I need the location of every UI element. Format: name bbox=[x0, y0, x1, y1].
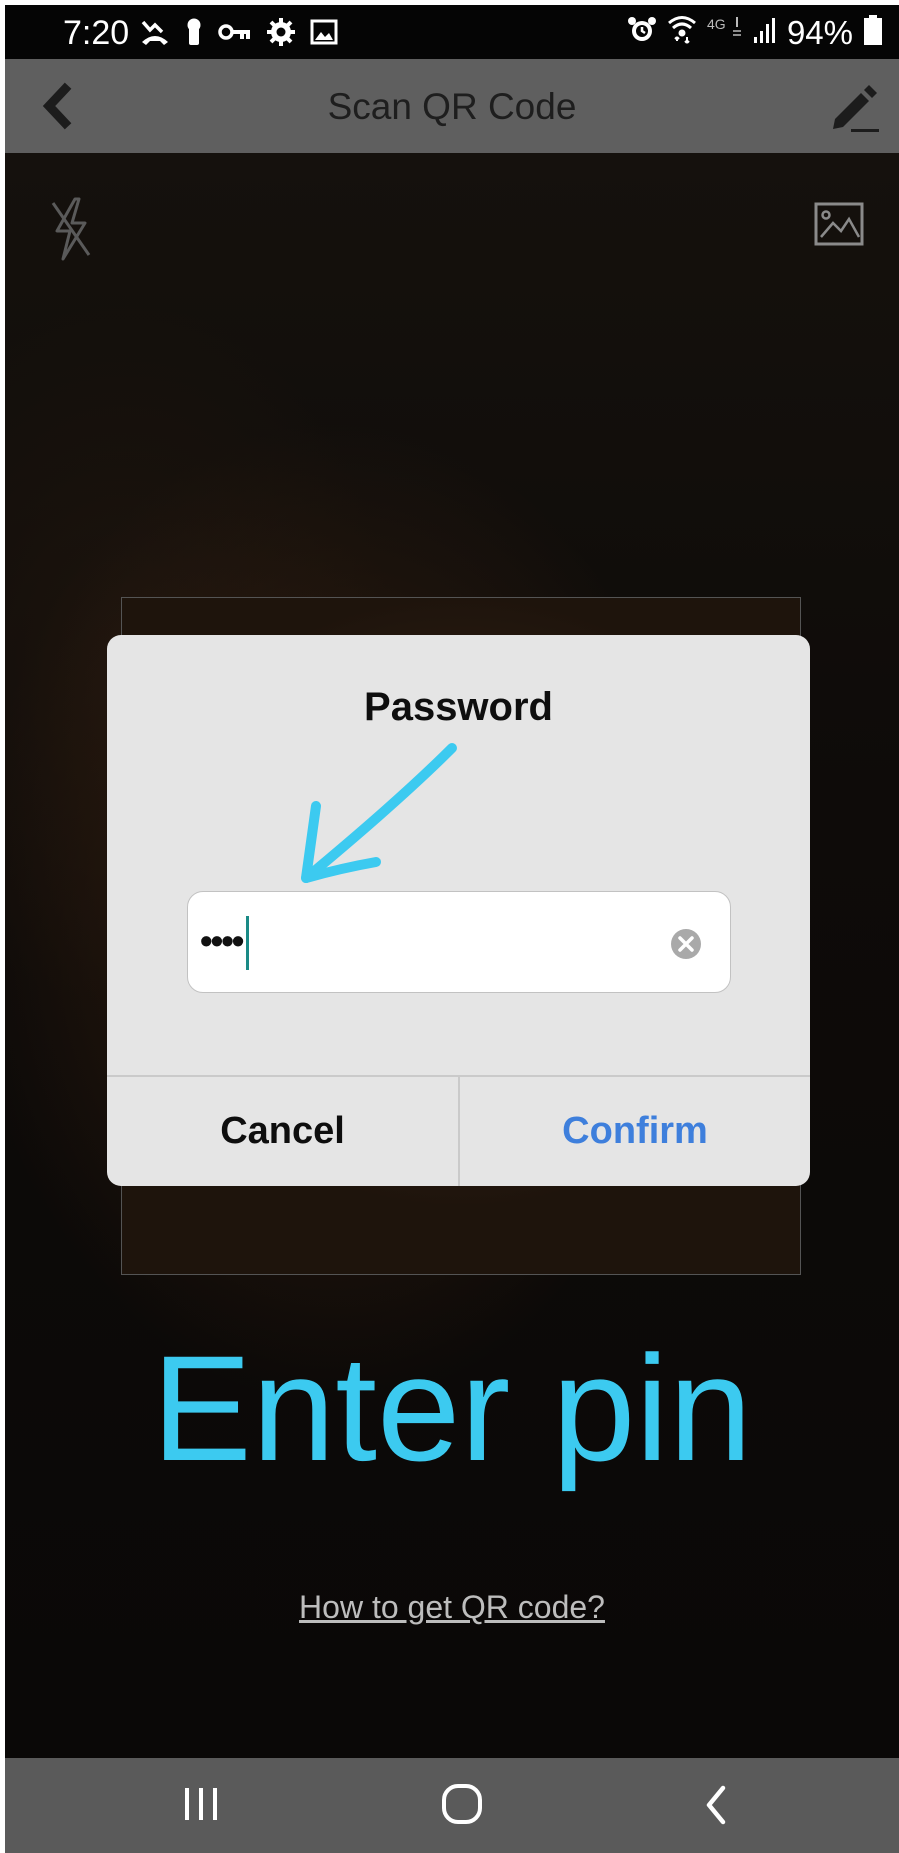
recent-apps-icon bbox=[185, 1788, 217, 1820]
password-dialog: Password •••• Cancel Confirm bbox=[107, 635, 810, 1186]
pencil-icon bbox=[833, 85, 879, 132]
pointer-arrow-icon bbox=[301, 743, 457, 883]
page-title: Scan QR Code bbox=[327, 86, 577, 127]
vpn-key-icon bbox=[218, 20, 252, 49]
battery-percent: 94% bbox=[786, 13, 853, 51]
status-right-icons: 4G 94% bbox=[627, 13, 883, 52]
status-time: 7:20 bbox=[63, 14, 130, 52]
status-left-icons bbox=[140, 17, 338, 52]
image-icon bbox=[310, 19, 338, 50]
lte-4g-icon: 4G bbox=[707, 15, 743, 50]
gear-settings-icon bbox=[266, 17, 296, 52]
nav-back-button[interactable] bbox=[699, 1782, 733, 1828]
flash-off-icon bbox=[51, 197, 91, 261]
how-to-get-qr-link[interactable]: How to get QR code? bbox=[5, 1587, 899, 1627]
wifi-icon bbox=[667, 13, 697, 52]
clear-input-button[interactable] bbox=[670, 928, 702, 960]
alarm-icon bbox=[627, 15, 657, 50]
back-arrow-icon bbox=[706, 1785, 726, 1825]
status-bar: 7:20 4G 94% bbox=[5, 5, 899, 59]
battery-icon bbox=[863, 14, 883, 51]
signal-bars-icon bbox=[753, 15, 777, 50]
dialog-title: Password bbox=[364, 685, 553, 729]
keyhole-icon bbox=[184, 17, 204, 52]
home-button[interactable] bbox=[440, 1782, 484, 1826]
text-cursor bbox=[246, 916, 249, 970]
password-value: •••• bbox=[200, 920, 244, 961]
gallery-button[interactable] bbox=[813, 201, 865, 247]
password-input[interactable]: •••• bbox=[187, 891, 731, 993]
title-bar: Scan QR Code bbox=[5, 59, 899, 153]
navigation-bar bbox=[5, 1758, 899, 1853]
annotation-text: Enter pin bbox=[151, 1324, 753, 1492]
edit-button[interactable] bbox=[825, 75, 881, 135]
home-icon bbox=[442, 1784, 482, 1824]
recent-apps-button[interactable] bbox=[179, 1784, 223, 1824]
confirm-button[interactable]: Confirm bbox=[460, 1076, 810, 1186]
cancel-button[interactable]: Cancel bbox=[107, 1076, 458, 1186]
screen: 7:20 4G 94% Scan QR Code Password •••• C… bbox=[5, 5, 899, 1853]
svg-text:4G: 4G bbox=[707, 16, 726, 32]
gallery-image-icon bbox=[814, 202, 864, 246]
flash-toggle-button[interactable] bbox=[45, 195, 95, 265]
missed-call-icon bbox=[140, 18, 170, 51]
clear-x-icon bbox=[671, 929, 701, 959]
